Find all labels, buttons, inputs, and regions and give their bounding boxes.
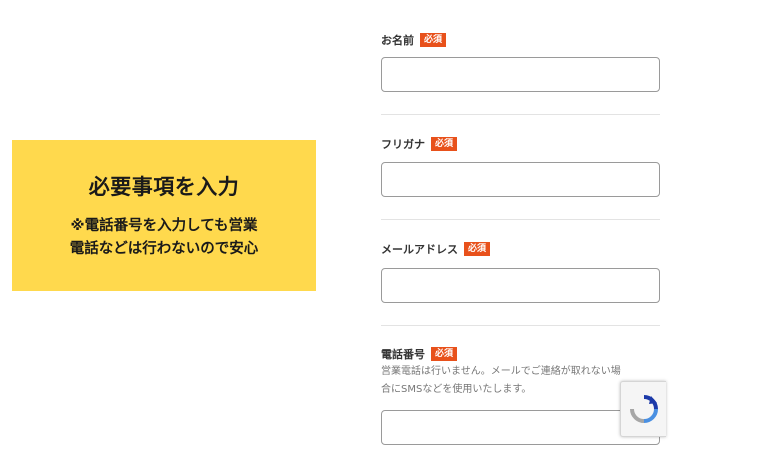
- field-name-label: お名前: [381, 34, 414, 47]
- phone-help-text: 営業電話は行いません。メールでご連絡が取れない場 合にSMSなどを使用いたします…: [381, 363, 660, 399]
- info-callout: 必要事項を入力 ※電話番号を入力しても営業 電話などは行わないので安心: [12, 140, 316, 291]
- callout-note: ※電話番号を入力しても営業 電話などは行わないので安心: [70, 215, 259, 261]
- callout-note-line-1: ※電話番号を入力しても営業: [70, 217, 258, 234]
- field-name-label-row: お名前 必須: [381, 32, 660, 48]
- callout-note-line-2: 電話などは行わないので安心: [69, 240, 259, 257]
- field-furigana: フリガナ 必須: [381, 136, 660, 152]
- field-furigana-label: フリガナ: [381, 138, 425, 151]
- field-phone: 電話番号 必須: [381, 346, 660, 362]
- phone-help-line-2: 合にSMSなどを使用いたします。: [381, 384, 532, 395]
- furigana-input[interactable]: [381, 162, 660, 197]
- divider: [381, 325, 660, 326]
- required-badge: 必須: [431, 347, 458, 361]
- field-email-label: メールアドレス: [381, 243, 458, 256]
- field-email-label-row: メールアドレス 必須: [381, 241, 660, 257]
- field-phone-label: 電話番号: [381, 348, 425, 361]
- name-input[interactable]: [381, 57, 660, 92]
- phone-input[interactable]: [381, 410, 660, 445]
- callout-title: 必要事項を入力: [88, 174, 240, 199]
- field-email: メールアドレス 必須: [381, 241, 660, 257]
- field-furigana-label-row: フリガナ 必須: [381, 136, 660, 152]
- divider: [381, 114, 660, 115]
- required-badge: 必須: [464, 242, 491, 256]
- field-phone-label-row: 電話番号 必須: [381, 346, 660, 362]
- recaptcha-badge[interactable]: [620, 381, 666, 437]
- field-name: お名前 必須: [381, 32, 660, 48]
- email-input[interactable]: [381, 268, 660, 303]
- phone-help-line-1: 営業電話は行いません。メールでご連絡が取れない場: [381, 366, 621, 377]
- required-badge: 必須: [420, 33, 447, 47]
- required-badge: 必須: [431, 137, 458, 151]
- recaptcha-icon: [629, 395, 658, 423]
- divider: [381, 219, 660, 220]
